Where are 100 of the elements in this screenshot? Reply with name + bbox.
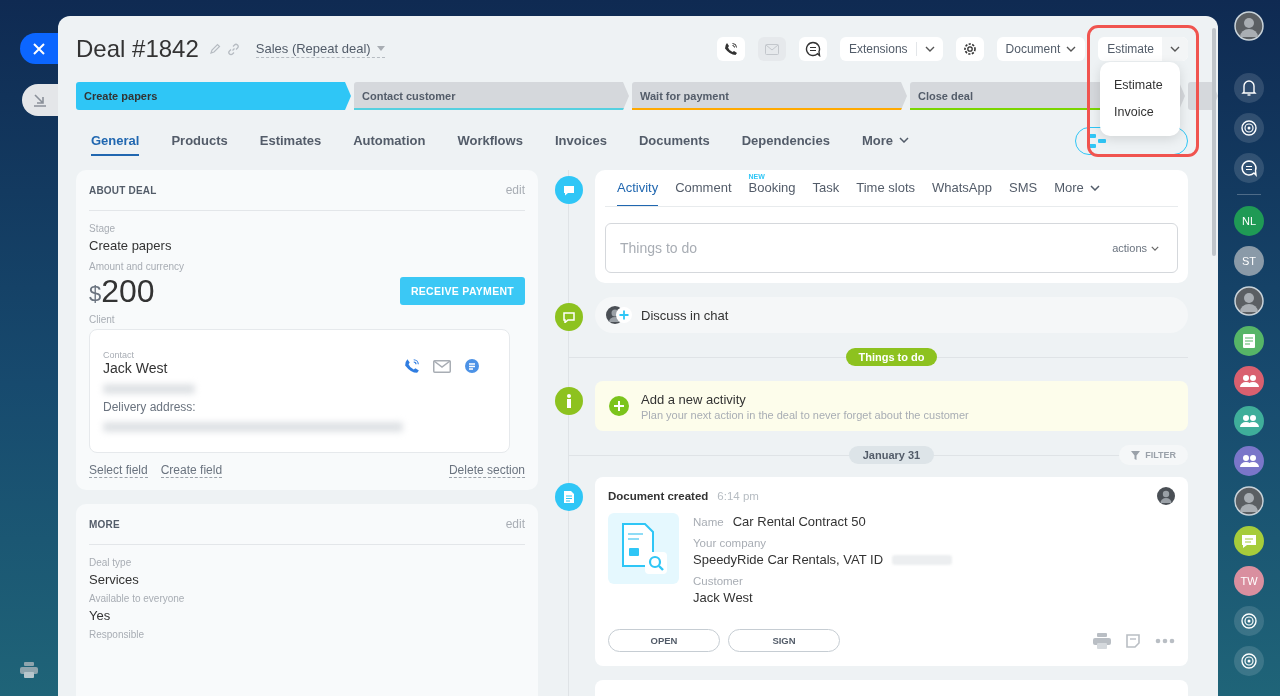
tab[interactable]: Invoices: [554, 126, 607, 156]
field-label: Responsible: [89, 629, 146, 640]
field-label: Available to everyone: [89, 593, 186, 604]
extensions-button[interactable]: Extensions: [839, 37, 943, 61]
tab[interactable]: SMS: [1009, 170, 1038, 206]
phone-icon: [723, 42, 738, 56]
user-avatar[interactable]: NL: [1234, 206, 1264, 236]
minimize-button[interactable]: [22, 84, 58, 116]
delete-section-link[interactable]: Delete section: [448, 463, 525, 478]
avatar-icon: [605, 305, 633, 325]
field-label: Amount and currency: [89, 261, 186, 272]
document-action-button[interactable]: SIGN: [728, 629, 840, 652]
tab[interactable]: General: [91, 126, 140, 156]
pipeline-stage[interactable]: Wait for payment: [632, 82, 907, 110]
more-tab[interactable]: More: [1054, 170, 1100, 206]
chevron-down-icon: [1089, 184, 1100, 191]
tab[interactable]: Products: [171, 126, 228, 156]
field-label: Customer: [693, 574, 744, 589]
field-value: Services: [89, 572, 140, 587]
field-link[interactable]: Select field: [89, 463, 148, 478]
envelope-icon: [764, 43, 779, 55]
pipeline-stage[interactable]: Contact customer: [354, 82, 629, 110]
add-icon: [609, 396, 629, 416]
tab[interactable]: Dependencies: [741, 126, 830, 156]
tab[interactable]: Activity: [617, 170, 659, 206]
tab[interactable]: Comment: [675, 170, 732, 206]
avatar-icon[interactable]: [1234, 286, 1264, 316]
close-button[interactable]: [20, 33, 58, 64]
field-label: Your company: [693, 536, 768, 551]
comment-icon: [555, 176, 583, 204]
field-label: Stage: [89, 223, 117, 234]
group-chat-icon[interactable]: [1234, 446, 1264, 476]
pipeline-stage[interactable]: Create papers: [76, 82, 351, 110]
field-link[interactable]: Create field: [160, 463, 223, 478]
tab[interactable]: Task: [812, 170, 840, 206]
field-label: Delivery address:: [103, 400, 197, 414]
chat-bubble-icon[interactable]: [1234, 526, 1264, 556]
pipeline-dropdown[interactable]: Sales (Repeat deal): [255, 40, 385, 58]
minimize-icon: [33, 93, 47, 107]
deal-title: Deal #1842: [76, 35, 199, 63]
chat-icon[interactable]: [1234, 153, 1264, 183]
field-label: Contact: [103, 350, 136, 360]
amount-value: 200: [101, 272, 155, 310]
call-button[interactable]: [716, 37, 745, 61]
bell-icon[interactable]: [1234, 73, 1264, 103]
field-value: Jack West: [693, 589, 754, 607]
chevron-down-icon: [898, 137, 909, 143]
group-chat-icon[interactable]: [1234, 406, 1264, 436]
section-title: MORE: [89, 518, 120, 530]
chevron-down-icon: [1066, 46, 1077, 52]
tab[interactable]: WhatsApp: [932, 170, 992, 206]
chevron-down-icon: [1151, 245, 1159, 251]
date-badge: January 31: [848, 446, 935, 464]
avatar-icon[interactable]: [1234, 11, 1264, 41]
tab[interactable]: Workflows: [457, 126, 523, 156]
filter-icon: [1131, 450, 1141, 460]
close-icon: [32, 41, 46, 56]
tab[interactable]: Time slots: [856, 170, 915, 206]
field-label: Deal type: [89, 557, 133, 568]
section-badge: Things to do: [845, 348, 938, 366]
event-time: 6:14 pm: [717, 490, 759, 502]
chat-icon: [804, 41, 821, 57]
currency-sign: $: [89, 281, 102, 307]
add-activity-card[interactable]: Add a new activity Plan your next action in the deal to never forget about the customer: [595, 381, 1188, 431]
settings-button[interactable]: [955, 37, 984, 61]
info-icon: [555, 387, 583, 415]
caret-icon: [376, 45, 385, 51]
tab[interactable]: Estimates: [259, 126, 322, 156]
document-dropdown[interactable]: Document: [996, 37, 1086, 61]
tab[interactable]: Documents: [638, 126, 710, 156]
call-icon[interactable]: [404, 358, 420, 374]
event-title: Document created: [608, 490, 709, 502]
chat-button[interactable]: [798, 37, 827, 61]
field-value: Create papers: [89, 238, 173, 253]
todo-input[interactable]: Things to do actions: [605, 223, 1178, 273]
actions-dropdown[interactable]: actions: [1112, 242, 1159, 254]
chevron-down-icon: [1170, 46, 1180, 52]
chat-icon: [555, 303, 583, 331]
activity-title: Add a new activity: [641, 391, 747, 407]
section-title: ABOUT DEAL: [89, 184, 157, 196]
chevron-down-icon: [924, 46, 935, 52]
contact-name[interactable]: Jack West: [103, 360, 168, 376]
field-value: Yes: [89, 608, 112, 623]
workflow-icon: [1088, 133, 1108, 149]
avatar-icon[interactable]: [1234, 486, 1264, 516]
field-label: Client: [89, 314, 116, 325]
discuss-in-chat-button[interactable]: Discuss in chat: [595, 297, 1188, 333]
document-action-button[interactable]: OPEN: [608, 629, 720, 652]
tab[interactable]: Automation: [353, 126, 426, 156]
activity-hint: Plan your next action in the deal to never forget about the customer: [641, 408, 969, 421]
field-value: Car Rental Contract 50: [732, 513, 866, 531]
printer-icon[interactable]: [20, 662, 38, 678]
avatar-icon: [1157, 487, 1175, 505]
more-tab[interactable]: More: [861, 126, 909, 156]
settings-icon: [961, 41, 978, 57]
field-value: SpeedyRide Car Rentals, VAT ID: [693, 551, 884, 569]
estimate-button[interactable]: Estimate: [1098, 37, 1188, 61]
document-chat-icon[interactable]: [1234, 326, 1264, 356]
group-chat-icon[interactable]: [1234, 366, 1264, 396]
field-label: Name: [693, 515, 724, 530]
